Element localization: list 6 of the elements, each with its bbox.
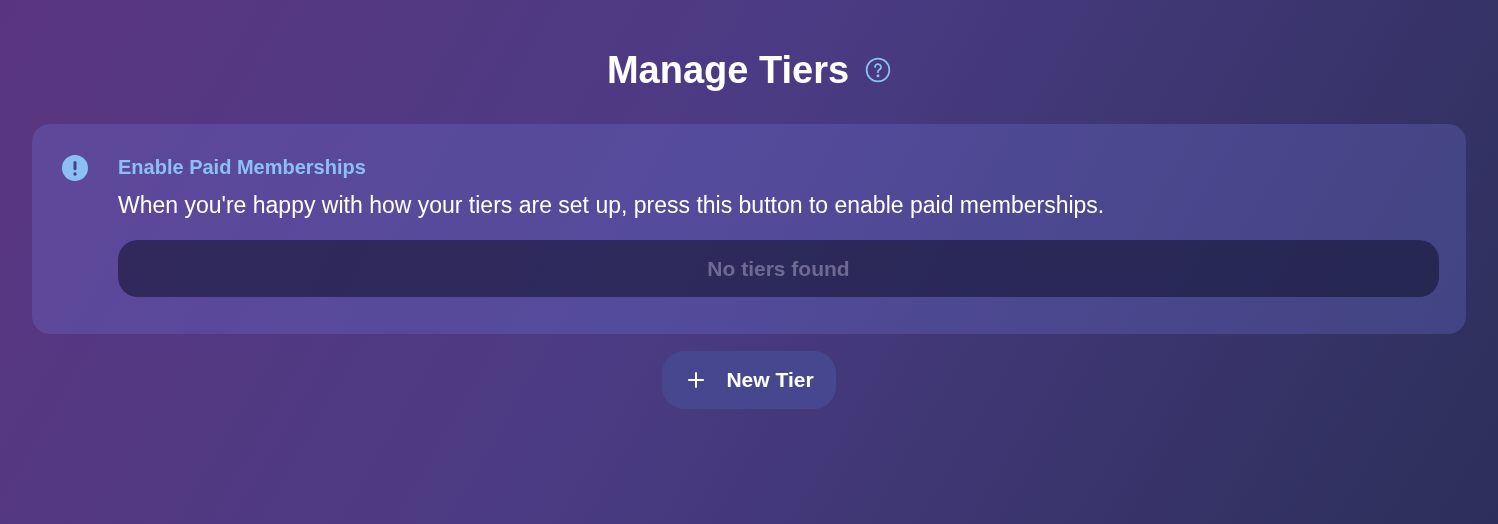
new-tier-button[interactable]: New Tier	[662, 351, 836, 409]
alert-message: When you're happy with how your tiers are set up, press this button to enable paid memberships.	[118, 191, 1106, 220]
exclamation-icon	[62, 155, 88, 181]
alert-title: Enable Paid Memberships	[118, 155, 367, 180]
page-title: Manage Tiers	[606, 48, 850, 93]
help-icon[interactable]	[865, 57, 892, 83]
